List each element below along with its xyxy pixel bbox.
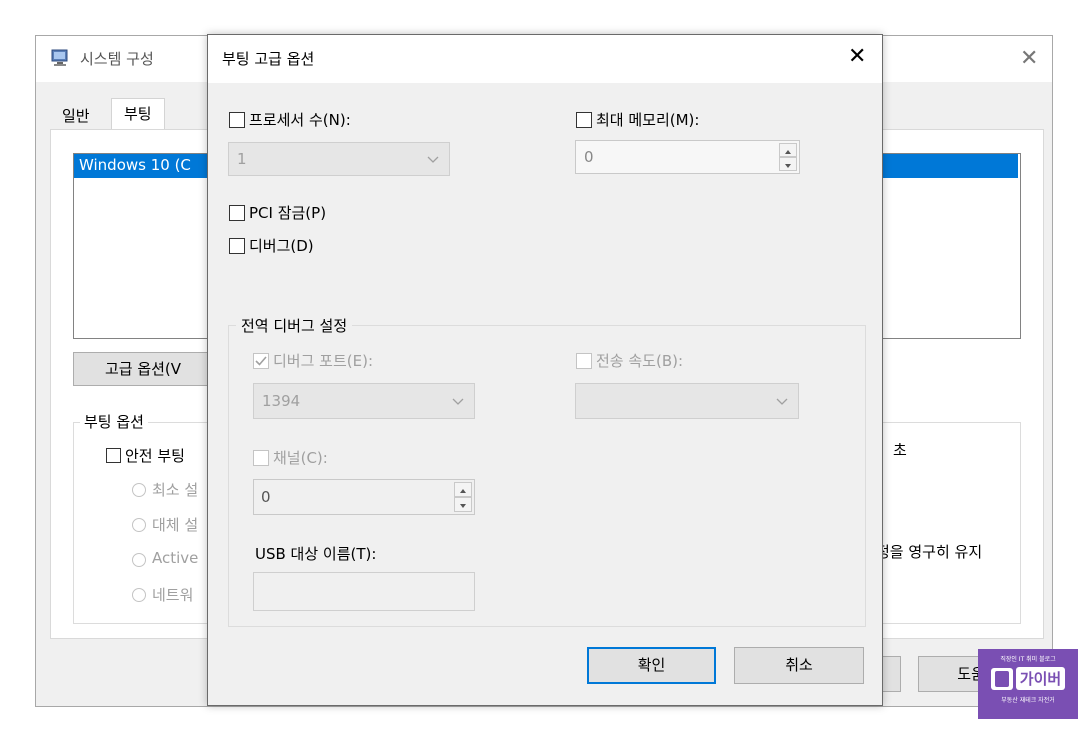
channel-label: 채널(C): xyxy=(273,449,328,467)
max-memory-value: 0 xyxy=(584,148,594,166)
baud-rate-label: 전송 속도(B): xyxy=(596,352,684,370)
radio-network[interactable] xyxy=(132,588,146,602)
processors-value: 1 xyxy=(237,150,247,168)
channel-spin-buttons xyxy=(454,482,472,512)
tab-boot[interactable]: 부팅 xyxy=(111,98,165,131)
advanced-options-button[interactable]: 고급 옵션(V xyxy=(73,352,213,386)
tab-general[interactable]: 일반 xyxy=(50,102,102,130)
radio-minimal[interactable] xyxy=(132,483,146,497)
chevron-down-icon xyxy=(452,392,464,410)
cancel-button-label: 취소 xyxy=(785,656,813,674)
usb-target-input[interactable] xyxy=(253,572,475,611)
safe-boot-checkbox[interactable] xyxy=(106,448,121,463)
radio-alternate-shell-label: 대체 설 xyxy=(152,516,199,534)
chevron-down-icon xyxy=(427,150,439,168)
processors-checkbox[interactable] xyxy=(229,112,245,128)
logo-mark-icon xyxy=(990,667,1013,690)
dialog-title: 부팅 고급 옵션 xyxy=(222,50,315,68)
boot-options-group-title: 부팅 옵션 xyxy=(80,411,148,432)
spin-up-icon[interactable] xyxy=(454,482,472,497)
chevron-down-icon xyxy=(776,392,788,410)
radio-minimal-label: 최소 설 xyxy=(152,481,199,499)
debug-port-checkbox[interactable] xyxy=(253,353,269,369)
usb-target-label: USB 대상 이름(T): xyxy=(255,545,377,563)
baud-rate-combobox[interactable] xyxy=(575,383,799,419)
dialog-close-icon[interactable]: ✕ xyxy=(848,44,866,69)
channel-checkbox[interactable] xyxy=(253,450,269,466)
watermark-logo-text: 가이버 xyxy=(1015,667,1066,690)
spin-up-icon[interactable] xyxy=(779,143,797,157)
processors-combobox[interactable]: 1 xyxy=(228,142,450,176)
channel-spinbox[interactable]: 0 xyxy=(253,479,475,515)
max-memory-spin-buttons xyxy=(779,143,797,171)
debug-port-combobox[interactable]: 1394 xyxy=(253,383,475,419)
radio-network-label: 네트워 xyxy=(152,586,194,604)
safe-boot-label: 안전 부팅 xyxy=(125,447,185,465)
persist-settings-label: 정을 영구히 유지 xyxy=(876,543,983,561)
max-memory-label: 최대 메모리(M): xyxy=(596,111,700,129)
pci-lock-checkbox[interactable] xyxy=(229,205,245,221)
watermark-top-line: 직장인 IT 취미 블로그 xyxy=(1000,656,1056,663)
system-config-app-icon xyxy=(50,48,70,68)
channel-value: 0 xyxy=(261,488,271,506)
apply-button-partial[interactable] xyxy=(881,656,901,692)
advanced-options-label: 고급 옵션(V xyxy=(104,360,182,378)
max-memory-spinbox[interactable]: 0 xyxy=(575,140,800,174)
global-debug-settings-title: 전역 디버그 설정 xyxy=(236,315,353,336)
watermark-bottom-line: 부동산 재테크 자전거 xyxy=(1001,697,1055,704)
baud-rate-checkbox[interactable] xyxy=(576,353,592,369)
spin-down-icon[interactable] xyxy=(454,497,472,512)
radio-active-directory[interactable] xyxy=(132,553,146,567)
boot-advanced-options-dialog: 부팅 고급 옵션 ✕ 프로세서 수(N): 1 최대 메모리(M): 0 PCI… xyxy=(207,34,883,706)
cancel-button[interactable]: 취소 xyxy=(734,647,864,684)
debug-label: 디버그(D) xyxy=(249,237,314,255)
parent-close-icon[interactable]: ✕ xyxy=(1020,46,1038,71)
ok-button-label: 확인 xyxy=(637,656,666,674)
radio-alternate-shell[interactable] xyxy=(132,518,146,532)
max-memory-checkbox[interactable] xyxy=(576,112,592,128)
blog-watermark-logo: 직장인 IT 취미 블로그 가이버 부동산 재테크 자전거 xyxy=(978,649,1078,719)
tab-boot-label: 부팅 xyxy=(124,105,152,123)
timeout-seconds-label: 초 xyxy=(893,441,907,459)
dialog-titlebar: 부팅 고급 옵션 ✕ xyxy=(208,35,882,83)
spin-down-icon[interactable] xyxy=(779,157,797,171)
processors-label: 프로세서 수(N): xyxy=(249,111,351,129)
pci-lock-label: PCI 잠금(P) xyxy=(249,204,327,222)
debug-checkbox[interactable] xyxy=(229,238,245,254)
check-icon xyxy=(255,356,267,366)
tab-general-label: 일반 xyxy=(62,107,90,125)
parent-window-title: 시스템 구성 xyxy=(80,50,154,68)
debug-port-label: 디버그 포트(E): xyxy=(273,352,374,370)
debug-port-value: 1394 xyxy=(262,392,301,410)
radio-active-directory-label: Active xyxy=(152,549,199,567)
ok-button[interactable]: 확인 xyxy=(587,647,716,684)
os-list-item[interactable]: Windows 10 (C xyxy=(79,156,191,174)
